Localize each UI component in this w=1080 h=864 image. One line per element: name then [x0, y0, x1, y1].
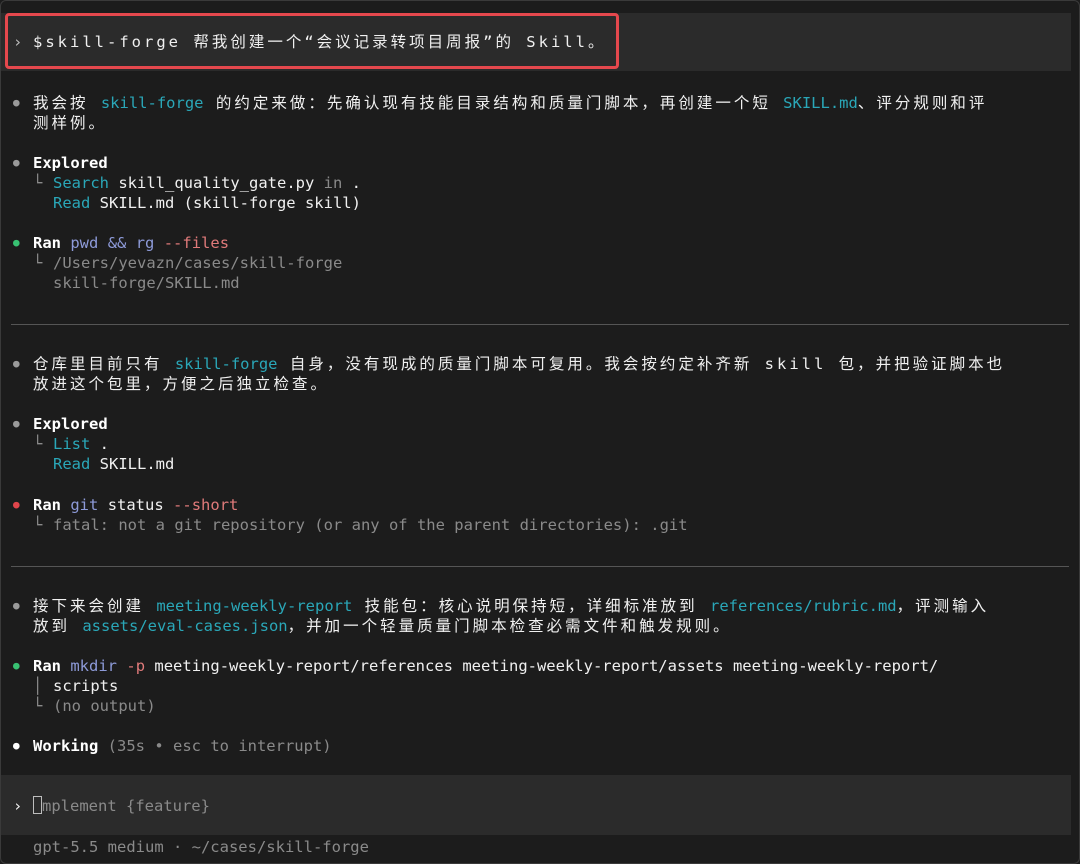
command-args-cont: scripts [53, 677, 119, 695]
assistant-message-cont: 测样例。 [33, 114, 108, 132]
status-footer: gpt-5.5 medium · ~/cases/skill-forge [33, 838, 369, 856]
separator [11, 324, 1069, 325]
terminal-window: › $skill-forge 帮我创建一个“会议记录转项目周报”的 Skill。… [0, 0, 1080, 864]
bullet-icon: ● [13, 96, 20, 109]
bullet-icon: ● [13, 417, 20, 430]
command-output: (no output) [53, 697, 156, 715]
ran-command: Ran mkdir -p meeting-weekly-report/refer… [33, 657, 939, 675]
command-output: /Users/yevazn/cases/skill-forge [53, 254, 343, 272]
tree-branch-icon: └ [33, 435, 43, 453]
explored-item: Read SKILL.md (skill-forge skill) [53, 194, 361, 212]
separator [11, 566, 1069, 567]
prompt-highlight-box [5, 13, 619, 69]
input-chevron-icon: › [13, 797, 23, 815]
command-output: skill-forge/SKILL.md [53, 274, 240, 292]
ran-command: Ran git status --short [33, 496, 239, 514]
working-status: Working (35s • esc to interrupt) [33, 737, 332, 755]
ran-command: Ran pwd && rg --files [33, 234, 230, 252]
assistant-message: 仓库里目前只有 skill-forge 自身，没有现成的质量门脚本可复用。我会按… [33, 355, 1006, 373]
command-output: fatal: not a git repository (or any of t… [53, 516, 688, 534]
assistant-message: 接下来会创建 meeting-weekly-report 技能包：核心说明保持短… [33, 597, 990, 615]
working-bullet-icon: ● [13, 739, 20, 752]
assistant-message: 我会按 skill-forge 的约定来做：先确认现有技能目录结构和质量门脚本，… [33, 94, 988, 112]
text-cursor [33, 796, 42, 814]
bullet-icon: ● [13, 599, 20, 612]
explored-label: Explored [33, 415, 108, 433]
composer-placeholder[interactable]: mplement {feature} [33, 796, 210, 816]
assistant-message-cont: 放进这个包里，方便之后独立检查。 [33, 375, 330, 393]
explored-label: Explored [33, 154, 108, 172]
assistant-message-cont: 放到 assets/eval-cases.json，并加一个轻量质量门脚本检查必… [33, 617, 732, 635]
success-bullet-icon: ● [13, 236, 20, 249]
error-bullet-icon: ● [13, 498, 20, 511]
tree-branch-icon: └ [33, 174, 43, 192]
success-bullet-icon: ● [13, 659, 20, 672]
bullet-icon: ● [13, 156, 20, 169]
tree-branch-icon: └ [33, 516, 43, 534]
tree-branch-icon: └ [33, 254, 43, 272]
tree-pipe-icon: │ [33, 677, 43, 695]
explored-item: List . [53, 435, 110, 453]
bullet-icon: ● [13, 357, 20, 370]
explored-item: Read SKILL.md [53, 455, 175, 473]
tree-branch-icon: └ [33, 697, 43, 715]
explored-item: Search skill_quality_gate.py in . [53, 174, 362, 192]
